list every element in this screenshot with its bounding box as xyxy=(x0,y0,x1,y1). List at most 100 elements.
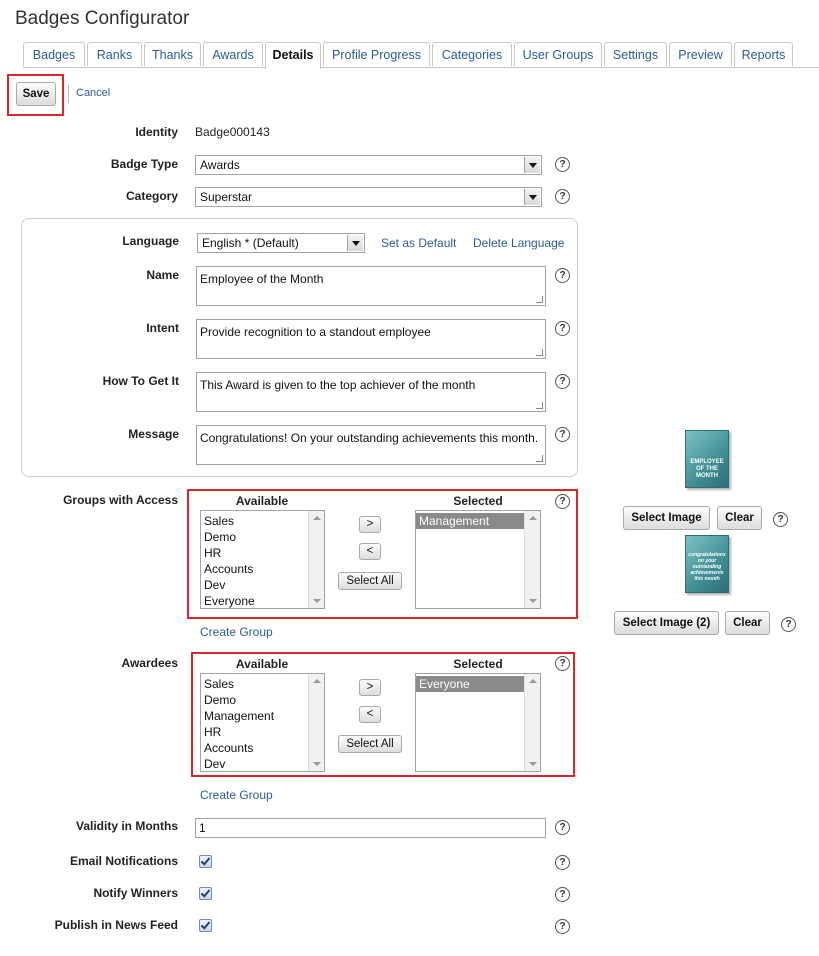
scroll-up-icon xyxy=(529,679,537,683)
save-button[interactable]: Save xyxy=(16,82,56,106)
help-icon[interactable]: ? xyxy=(555,321,570,336)
scroll-up-icon xyxy=(313,516,321,520)
scroll-up-icon xyxy=(313,679,321,683)
email-notifications-label: Email Notifications xyxy=(69,854,178,868)
remove-group-button[interactable]: < xyxy=(359,543,381,560)
help-icon[interactable]: ? xyxy=(555,374,570,389)
help-icon[interactable]: ? xyxy=(555,189,570,204)
tab-user-groups[interactable]: User Groups xyxy=(514,42,602,66)
select-all-button[interactable]: Select All xyxy=(338,735,402,753)
badge-caption-2: congratulations on your outstanding achi… xyxy=(688,552,726,582)
list-item[interactable]: Accounts xyxy=(201,740,308,756)
help-icon[interactable]: ? xyxy=(555,855,570,870)
notify-winners-label: Notify Winners xyxy=(93,886,178,900)
set-default-link[interactable]: Set as Default xyxy=(381,236,456,250)
help-icon[interactable]: ? xyxy=(781,617,796,632)
tab-bar: Badges Ranks Thanks Awards Details Profi… xyxy=(23,42,803,69)
clear-image-2-button[interactable]: Clear xyxy=(725,611,770,635)
notify-winners-checkbox[interactable] xyxy=(199,887,212,900)
email-notifications-checkbox[interactable] xyxy=(199,855,212,868)
tab-thanks[interactable]: Thanks xyxy=(144,42,201,66)
publish-news-label: Publish in News Feed xyxy=(54,918,178,932)
help-icon[interactable]: ? xyxy=(555,157,570,172)
awardees-available-list[interactable]: Sales Demo Management HR Accounts Dev xyxy=(200,673,325,772)
help-icon[interactable]: ? xyxy=(555,427,570,442)
list-item[interactable]: Demo xyxy=(201,529,308,545)
scrollbar[interactable] xyxy=(524,674,540,771)
add-awardee-button[interactable]: > xyxy=(359,679,381,696)
category-select[interactable]: Superstar xyxy=(195,187,542,207)
tab-awards[interactable]: Awards xyxy=(203,42,263,66)
publish-news-checkbox[interactable] xyxy=(199,919,212,932)
help-icon[interactable]: ? xyxy=(555,494,570,509)
list-item[interactable]: Sales xyxy=(201,676,308,692)
delete-language-link[interactable]: Delete Language xyxy=(473,236,564,250)
list-item[interactable]: Dev xyxy=(201,577,308,593)
list-item[interactable]: Management xyxy=(416,513,524,529)
selected-header: Selected xyxy=(453,657,503,671)
intent-field[interactable]: Provide recognition to a standout employ… xyxy=(196,319,546,359)
help-icon[interactable]: ? xyxy=(555,919,570,934)
select-all-button[interactable]: Select All xyxy=(338,572,402,590)
create-group-link[interactable]: Create Group xyxy=(200,788,273,802)
create-group-link[interactable]: Create Group xyxy=(200,625,273,639)
tab-preview[interactable]: Preview xyxy=(669,42,732,66)
remove-awardee-button[interactable]: < xyxy=(359,706,381,723)
badge-image-preview-2: congratulations on your outstanding achi… xyxy=(685,535,729,593)
help-icon[interactable]: ? xyxy=(555,268,570,283)
list-item[interactable]: Accounts xyxy=(201,561,308,577)
selected-header: Selected xyxy=(453,494,503,508)
language-value: English * (Default) xyxy=(202,236,299,250)
scrollbar[interactable] xyxy=(524,511,540,608)
help-icon[interactable]: ? xyxy=(555,820,570,835)
tab-badges[interactable]: Badges xyxy=(23,42,85,66)
groups-available-list[interactable]: Sales Demo HR Accounts Dev Everyone xyxy=(200,510,325,609)
list-item[interactable]: Demo xyxy=(201,692,308,708)
scroll-down-icon xyxy=(529,762,537,766)
list-item[interactable]: Everyone xyxy=(201,593,308,608)
name-field[interactable]: Employee of the Month xyxy=(196,266,546,306)
list-item[interactable]: Management xyxy=(201,708,308,724)
language-select[interactable]: English * (Default) xyxy=(197,233,365,253)
help-icon[interactable]: ? xyxy=(555,656,570,671)
validity-input[interactable]: 1 xyxy=(195,818,546,838)
select-image-button[interactable]: Select Image xyxy=(623,506,710,530)
badge-type-label: Badge Type xyxy=(110,157,178,171)
list-item[interactable]: Dev xyxy=(201,756,308,771)
available-header: Available xyxy=(235,494,289,508)
tab-details[interactable]: Details xyxy=(265,42,321,69)
tab-reports[interactable]: Reports xyxy=(734,42,793,66)
chevron-down-icon xyxy=(524,189,540,205)
tab-profile-progress[interactable]: Profile Progress xyxy=(323,42,430,66)
list-item[interactable]: Sales xyxy=(201,513,308,529)
badge-type-select[interactable]: Awards xyxy=(195,155,542,175)
list-item[interactable]: Everyone xyxy=(416,676,524,692)
category-label: Category xyxy=(125,189,178,203)
awardees-label: Awardees xyxy=(121,656,178,670)
list-item[interactable]: HR xyxy=(201,545,308,561)
how-to-get-label: How To Get It xyxy=(102,374,179,388)
awardees-selected-list[interactable]: Everyone xyxy=(415,673,541,772)
message-label: Message xyxy=(128,427,179,441)
help-icon[interactable]: ? xyxy=(555,887,570,902)
tab-settings[interactable]: Settings xyxy=(604,42,667,66)
scrollbar[interactable] xyxy=(308,511,324,608)
scrollbar[interactable] xyxy=(308,674,324,771)
list-item[interactable]: HR xyxy=(201,724,308,740)
name-label: Name xyxy=(146,268,179,282)
chevron-down-icon xyxy=(524,157,540,173)
how-to-get-field[interactable]: This Award is given to the top achiever … xyxy=(196,372,546,412)
select-image-2-button[interactable]: Select Image (2) xyxy=(614,611,719,635)
groups-selected-list[interactable]: Management xyxy=(415,510,541,609)
language-label: Language xyxy=(122,234,179,248)
clear-image-button[interactable]: Clear xyxy=(717,506,762,530)
add-group-button[interactable]: > xyxy=(359,516,381,533)
cancel-link[interactable]: Cancel xyxy=(76,87,110,99)
tab-categories[interactable]: Categories xyxy=(432,42,512,66)
identity-label: Identity xyxy=(135,125,178,139)
message-field[interactable]: Congratulations! On your outstanding ach… xyxy=(196,425,546,465)
scroll-down-icon xyxy=(529,599,537,603)
help-icon[interactable]: ? xyxy=(773,512,788,527)
action-separator xyxy=(68,85,69,103)
tab-ranks[interactable]: Ranks xyxy=(87,42,142,66)
